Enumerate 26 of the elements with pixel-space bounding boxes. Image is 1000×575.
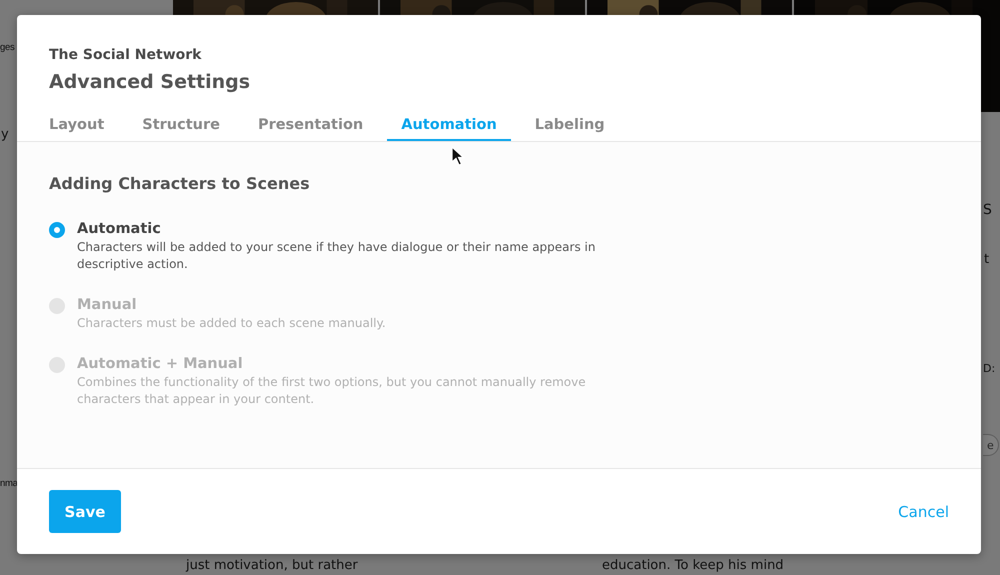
page-text: nma	[0, 478, 18, 489]
page-button[interactable]: e	[983, 434, 999, 456]
page-text: S	[983, 202, 992, 218]
page-text: y	[1, 127, 9, 142]
tab[interactable]: Structure	[128, 113, 234, 141]
option-description: Characters will be added to your scene if they have dialogue or their name appears in descriptive action.	[77, 239, 596, 273]
option-description: Characters must be added to each scene manually.	[77, 315, 387, 332]
page-text: t	[984, 252, 990, 267]
page-text: D:	[983, 362, 996, 375]
option-label: Automatic + Manual	[77, 356, 244, 372]
option-description: Combines the functionality of the first two options, but you cannot manually remove characters that appear in your content.	[77, 374, 587, 408]
save-button[interactable]: Save	[49, 490, 121, 533]
section-heading: Adding Characters to Scenes	[49, 174, 311, 193]
tab[interactable]: Presentation	[244, 113, 378, 141]
page-text: ges	[0, 42, 14, 53]
radio-button[interactable]	[49, 222, 65, 238]
dialog-title: Advanced Settings	[49, 71, 252, 93]
page-text: just motivation, but rather	[186, 558, 358, 573]
dialog-subtitle: The Social Network	[49, 47, 202, 63]
cancel-link[interactable]: Cancel	[882, 498, 965, 524]
tab[interactable]: Layout	[35, 113, 118, 141]
option-label: Manual	[77, 297, 138, 313]
tab[interactable]: Labeling	[520, 113, 619, 141]
page-text: education. To keep his mind	[602, 558, 784, 573]
cursor-icon	[451, 146, 465, 166]
option-label: Automatic	[77, 221, 162, 237]
